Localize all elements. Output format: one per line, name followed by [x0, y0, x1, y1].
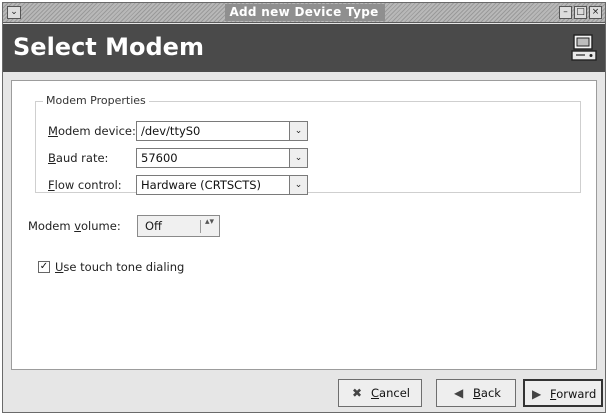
modem-device-value[interactable]: /dev/ttyS0 — [141, 124, 200, 138]
maximize-icon[interactable]: □ — [574, 6, 587, 19]
select-divider — [200, 220, 201, 233]
back-label: Back — [473, 386, 501, 400]
forward-button[interactable]: ▶ Forward — [523, 379, 603, 407]
window-title: Add new Device Type — [229, 5, 379, 19]
flow-control-label: Flow control: — [48, 178, 122, 192]
baud-rate-label: Baud rate: — [48, 151, 109, 165]
touch-tone-checkbox[interactable]: ✓ — [38, 261, 50, 273]
modem-volume-label: Modem volume: — [28, 219, 121, 233]
baud-rate-value[interactable]: 57600 — [141, 151, 178, 165]
cancel-button[interactable]: ✖ Cancel — [338, 379, 422, 407]
close-icon[interactable]: × — [589, 6, 602, 19]
forward-label: Forward — [550, 387, 597, 401]
add-device-type-window: ⌄ Add new Device Type – □ × Select Modem… — [2, 2, 606, 413]
modem-device-label: Modem device: — [48, 124, 136, 138]
baud-rate-field[interactable]: 57600 ⌄ — [136, 148, 308, 168]
updown-arrow-icon[interactable]: ▴▾ — [205, 217, 214, 227]
forward-arrow-icon: ▶ — [532, 387, 542, 401]
touch-tone-label[interactable]: Use touch tone dialing — [55, 260, 184, 274]
chevron-down-icon[interactable]: ⌄ — [289, 176, 307, 194]
chevron-down-icon[interactable]: ⌄ — [289, 122, 307, 140]
modem-volume-value[interactable]: Off — [145, 219, 162, 233]
flow-control-field[interactable]: Hardware (CRTSCTS) ⌄ — [136, 175, 308, 195]
back-button[interactable]: ◀ Back — [436, 379, 516, 407]
cancel-icon: ✖ — [352, 386, 363, 400]
minimize-icon[interactable]: – — [559, 6, 572, 19]
modem-volume-select[interactable]: Off ▴▾ — [137, 215, 220, 237]
modem-icon — [571, 34, 597, 61]
chevron-down-icon[interactable]: ⌄ — [289, 149, 307, 167]
cancel-label: Cancel — [371, 386, 410, 400]
flow-control-value[interactable]: Hardware (CRTSCTS) — [141, 178, 261, 192]
page-header: Select Modem — [3, 24, 605, 72]
title-bar[interactable]: ⌄ Add new Device Type – □ × — [3, 3, 605, 23]
back-arrow-icon: ◀ — [454, 386, 464, 400]
modem-properties-legend: Modem Properties — [43, 94, 149, 107]
page-title: Select Modem — [13, 33, 204, 61]
content-panel: Modem Properties Modem device: /dev/ttyS… — [11, 80, 597, 370]
modem-device-field[interactable]: /dev/ttyS0 ⌄ — [136, 121, 308, 141]
